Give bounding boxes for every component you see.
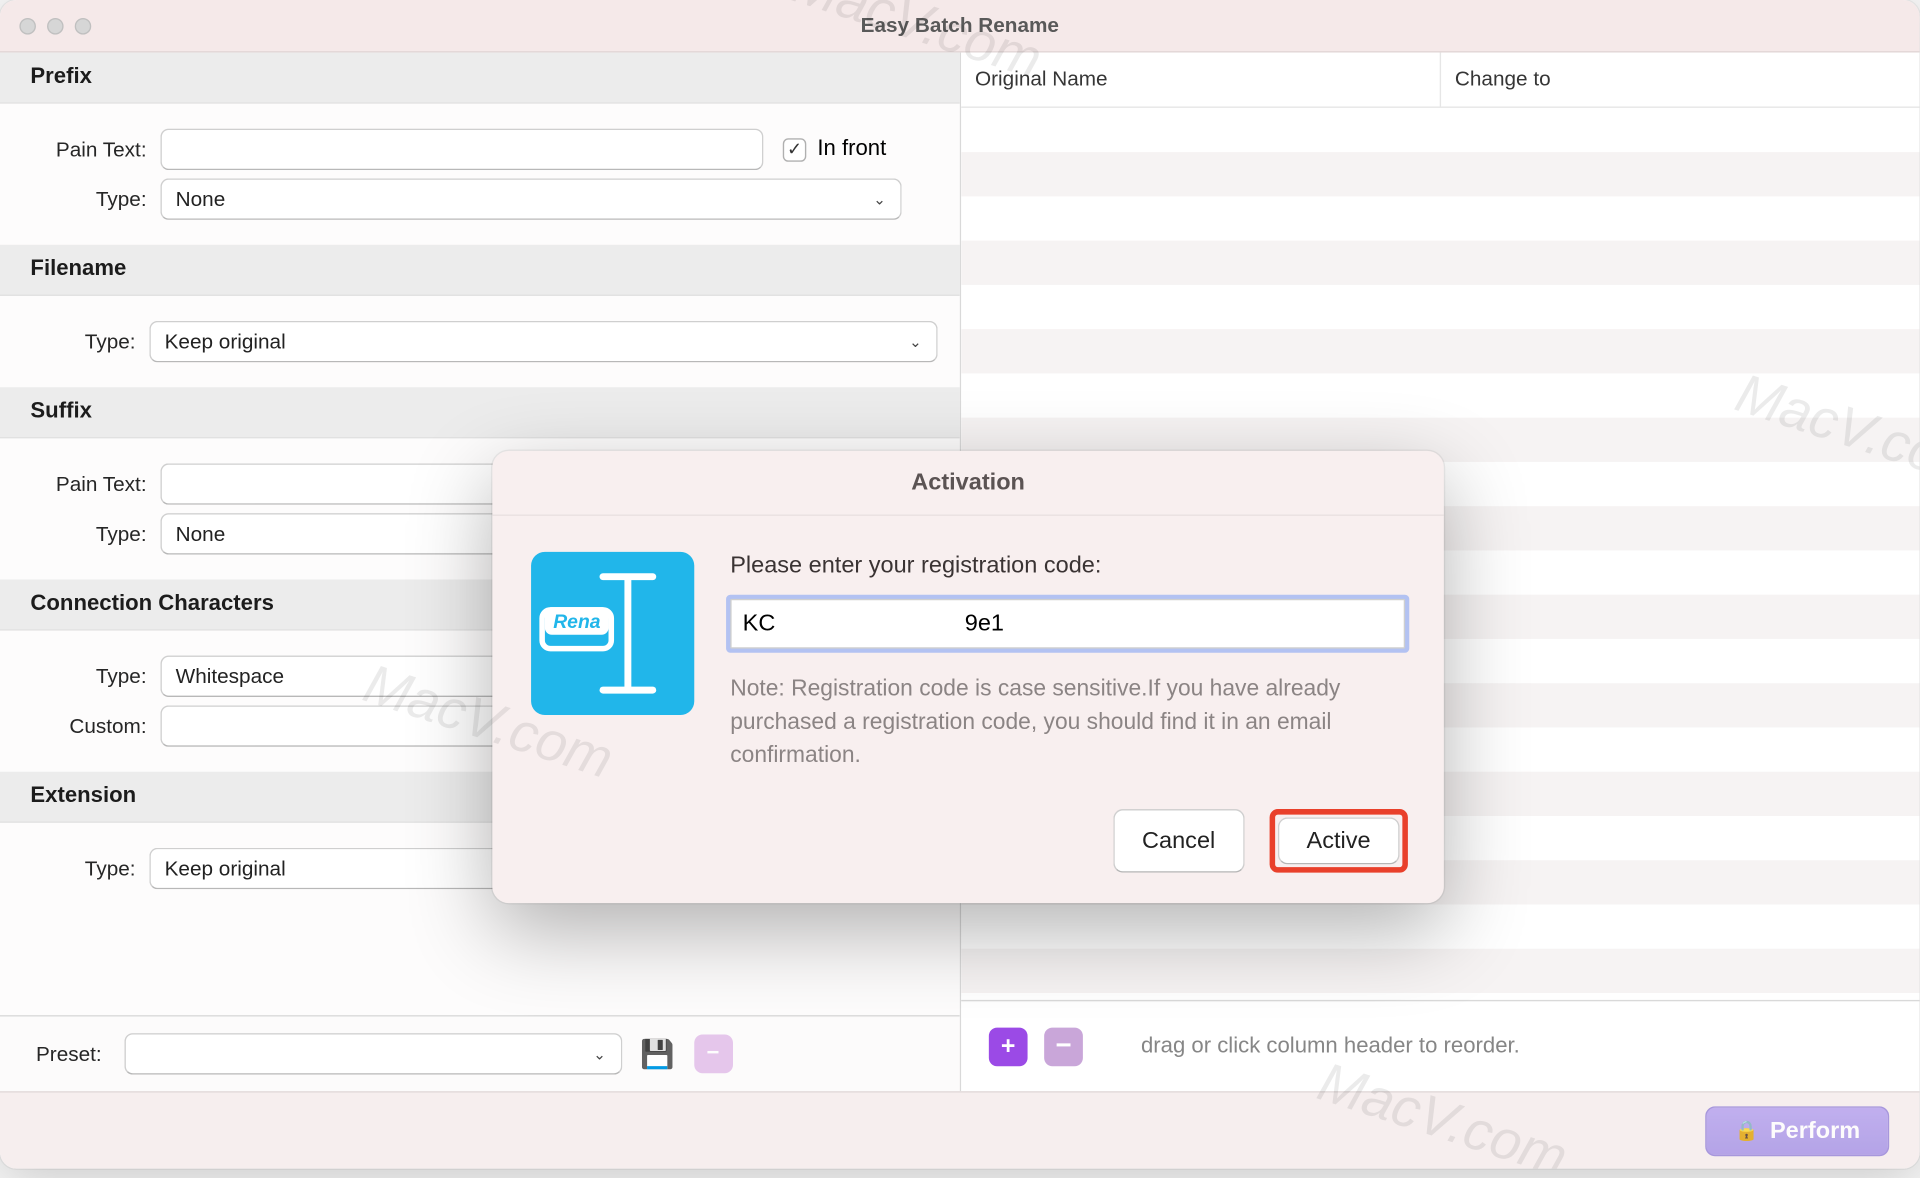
preset-select[interactable]: ⌄ [124, 1033, 622, 1074]
connection-custom-label: Custom: [22, 714, 160, 738]
activation-dialog: Activation Rena Please enter your regist… [492, 451, 1444, 903]
minimize-window-button[interactable] [47, 17, 64, 34]
list-item [961, 904, 1919, 948]
connection-type-value: Whitespace [176, 665, 284, 689]
list-item [961, 373, 1919, 417]
chevron-down-icon: ⌄ [864, 183, 894, 216]
prefix-type-label: Type: [22, 187, 160, 211]
active-button-highlight: Active [1269, 809, 1408, 873]
registration-prompt: Please enter your registration code: [730, 552, 1405, 580]
lock-icon: 🔒 [1735, 1119, 1759, 1143]
plus-icon: + [1001, 1032, 1016, 1061]
list-item [961, 152, 1919, 196]
section-body-prefix: Pain Text: ✓ In front Type: None ⌄ [0, 104, 960, 245]
suffix-type-label: Type: [22, 522, 160, 546]
extension-type-value: Keep original [165, 857, 286, 881]
registration-note: Note: Registration code is case sensitiv… [730, 674, 1405, 773]
right-toolbar: + − drag or click column header to reord… [961, 1000, 1919, 1091]
section-body-filename: Type: Keep original ⌄ [0, 296, 960, 387]
chevron-down-icon: ⌄ [584, 1037, 614, 1070]
prefix-type-select[interactable]: None ⌄ [160, 178, 901, 219]
column-headers: Original Name Change to [961, 53, 1919, 108]
app-window: Easy Batch Rename Prefix Pain Text: ✓ In… [0, 0, 1920, 1169]
prefix-infront-checkbox[interactable]: ✓ [783, 138, 807, 162]
dialog-title: Activation [492, 451, 1444, 516]
connection-custom-input[interactable] [160, 705, 533, 746]
list-item [961, 285, 1919, 329]
list-item [961, 949, 1919, 993]
active-button[interactable]: Active [1277, 817, 1399, 864]
chevron-down-icon: ⌄ [900, 325, 930, 358]
traffic-lights [0, 17, 91, 34]
cancel-button[interactable]: Cancel [1113, 809, 1244, 873]
list-item [961, 108, 1919, 152]
titlebar: Easy Batch Rename [0, 0, 1920, 53]
remove-files-button[interactable]: − [1044, 1027, 1083, 1066]
list-item [961, 329, 1919, 373]
extension-type-label: Type: [22, 857, 149, 881]
dialog-right: Please enter your registration code: Not… [730, 552, 1405, 773]
app-icon-label: Rena [545, 607, 609, 635]
minus-icon: − [707, 1041, 720, 1066]
registration-code-input[interactable] [730, 599, 1405, 649]
list-item [961, 993, 1919, 1000]
minus-icon: − [1055, 1030, 1071, 1062]
dialog-actions: Cancel Active [492, 800, 1444, 902]
add-files-button[interactable]: + [989, 1027, 1028, 1066]
suffix-paintext-label: Pain Text: [22, 472, 160, 496]
column-header-changeto[interactable]: Change to [1441, 53, 1920, 107]
dialog-body: Rena Please enter your registration code… [492, 516, 1444, 801]
floppy-disk-icon: 💾 [640, 1037, 674, 1072]
section-header-prefix: Prefix [0, 53, 960, 104]
prefix-type-value: None [176, 187, 226, 211]
reorder-hint: drag or click column header to reorder. [1141, 1034, 1520, 1059]
prefix-infront-label: In front [817, 137, 886, 162]
column-header-original[interactable]: Original Name [961, 53, 1441, 107]
perform-button[interactable]: 🔒 Perform [1706, 1106, 1889, 1156]
preset-label: Preset: [28, 1042, 108, 1066]
connection-type-label: Type: [22, 665, 160, 689]
connection-type-select[interactable]: Whitespace ⌄ [160, 656, 533, 697]
left-toolbar: Preset: ⌄ 💾 − [0, 1015, 960, 1091]
perform-label: Perform [1770, 1117, 1860, 1145]
suffix-type-value: None [176, 522, 226, 546]
window-title: Easy Batch Rename [0, 14, 1920, 38]
filename-type-select[interactable]: Keep original ⌄ [149, 321, 937, 362]
section-header-suffix: Suffix [0, 387, 960, 438]
filename-type-value: Keep original [165, 330, 286, 354]
list-item [961, 241, 1919, 285]
save-preset-button[interactable]: 💾 [638, 1034, 677, 1073]
footer: 🔒 Perform [0, 1091, 1920, 1168]
zoom-window-button[interactable] [75, 17, 92, 34]
section-header-filename: Filename [0, 245, 960, 296]
filename-type-label: Type: [22, 330, 149, 354]
remove-preset-button[interactable]: − [694, 1034, 733, 1073]
prefix-paintext-label: Pain Text: [22, 138, 160, 162]
app-icon: Rena [531, 552, 694, 715]
prefix-paintext-input[interactable] [160, 129, 763, 170]
close-window-button[interactable] [19, 17, 36, 34]
list-item [961, 196, 1919, 240]
